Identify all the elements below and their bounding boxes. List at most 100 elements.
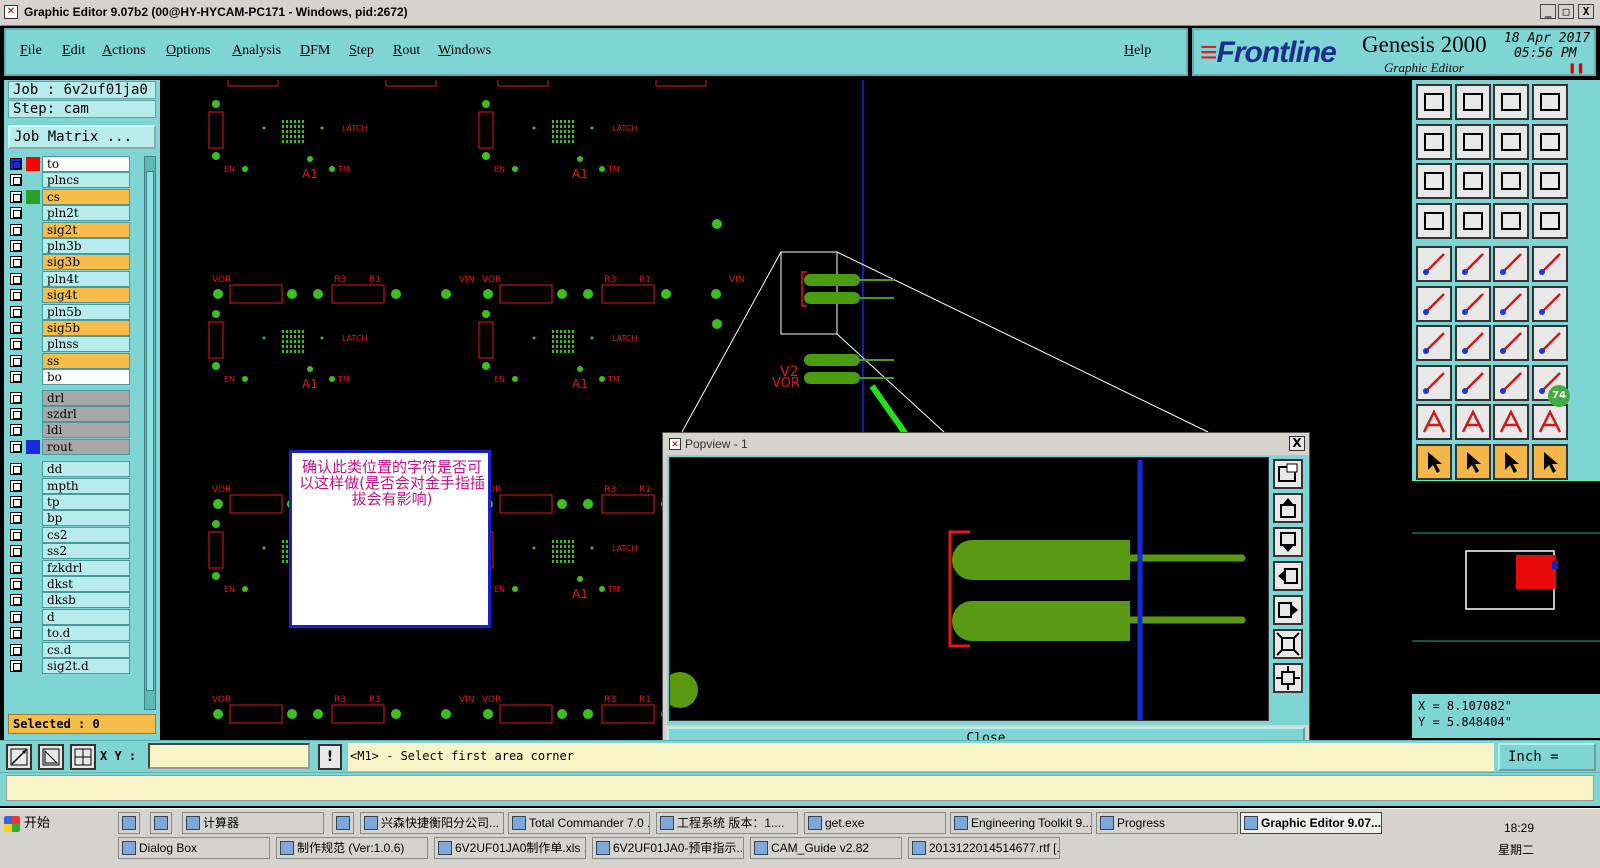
layer-row[interactable]: to.d [8, 625, 132, 642]
layer-row[interactable]: dd [8, 461, 132, 478]
layer-row[interactable]: to [8, 156, 132, 172]
layer-name[interactable]: dd [42, 461, 130, 478]
pan-left-icon[interactable] [1416, 123, 1452, 160]
layer-name[interactable]: sig2t [42, 221, 130, 238]
layer-checkbox[interactable] [10, 496, 22, 508]
layer-row[interactable]: ss [8, 352, 132, 369]
filter-red-icon[interactable] [1531, 202, 1568, 239]
text-c-icon[interactable] [1493, 404, 1529, 440]
layer-color-swatch[interactable] [26, 390, 40, 405]
menu-file[interactable]: File [20, 43, 42, 59]
taskbar-button[interactable]: Progress [1096, 812, 1238, 834]
taskbar-clock[interactable]: 18:29 [1504, 821, 1534, 835]
popview-down-icon[interactable] [1273, 527, 1303, 557]
layer-color-swatch[interactable] [26, 370, 40, 385]
maximize-button[interactable]: □ [1558, 4, 1574, 19]
layer-color-swatch[interactable] [26, 659, 40, 673]
layer-row[interactable]: plncs [8, 172, 132, 189]
minimize-button[interactable]: _ [1540, 4, 1556, 19]
layer-color-swatch[interactable] [26, 173, 40, 188]
layer-checkbox[interactable] [10, 174, 22, 187]
layer-color-swatch[interactable] [26, 560, 40, 575]
pan-right-icon[interactable] [1454, 123, 1491, 160]
layer-row[interactable]: cs [8, 188, 132, 205]
layer-row[interactable]: szdrl [8, 406, 132, 422]
layer-row[interactable]: ldi [8, 422, 132, 439]
popview-center-icon[interactable] [1273, 663, 1303, 693]
snap-point-icon[interactable] [1416, 364, 1452, 401]
pointer-c-icon[interactable] [1493, 443, 1529, 480]
layer-checkbox[interactable] [10, 479, 22, 492]
layer-checkbox[interactable] [10, 158, 22, 170]
taskbar-button[interactable]: 计算器 [182, 812, 324, 834]
layer-checkbox[interactable] [10, 528, 22, 541]
layer-checkbox[interactable] [10, 391, 22, 404]
layer-checkbox[interactable] [10, 594, 22, 607]
layer-color-swatch[interactable] [26, 157, 40, 171]
layer-color-swatch[interactable] [26, 478, 40, 493]
layer-name[interactable]: plncs [42, 172, 130, 189]
taskbar-button[interactable] [118, 812, 140, 834]
settings-icon[interactable] [1416, 202, 1452, 239]
layer-color-swatch[interactable] [26, 626, 40, 641]
layer-row[interactable]: fzkdrl [8, 559, 132, 576]
copy-icon[interactable] [1531, 285, 1568, 322]
layer-color-swatch[interactable] [26, 206, 40, 221]
layer-checkbox[interactable] [10, 545, 22, 558]
layer-checkbox[interactable] [10, 207, 22, 220]
layer-name[interactable]: szdrl [42, 406, 130, 422]
layer-checkbox[interactable] [10, 289, 22, 302]
layer-row[interactable]: sig4t [8, 287, 132, 304]
taskbar-button[interactable]: get.exe [804, 812, 946, 834]
draw-rect-icon[interactable] [1454, 246, 1491, 282]
rotate-icon[interactable] [1493, 325, 1529, 361]
resize-icon[interactable] [1493, 364, 1529, 401]
layer-row[interactable]: mpth [8, 477, 132, 494]
menu-actions[interactable]: Actions [102, 43, 146, 59]
layer-row[interactable]: sig5b [8, 320, 132, 336]
layer-color-swatch[interactable] [26, 222, 40, 237]
layer-name[interactable]: ss2 [42, 543, 130, 560]
menu-edit[interactable]: Edit [62, 43, 85, 59]
taskbar-button[interactable] [150, 812, 172, 834]
layer-row[interactable]: cs.d [8, 641, 132, 658]
taskbar-button[interactable]: CAM_Guide v2.82 [750, 837, 902, 859]
layer-row[interactable]: pln4t [8, 270, 132, 287]
pointer-b-icon[interactable] [1454, 443, 1491, 480]
layer-name[interactable]: d [42, 608, 130, 625]
layer-name[interactable]: cs.d [42, 641, 130, 658]
layer-color-swatch[interactable] [26, 423, 40, 438]
layer-name[interactable]: tp [42, 494, 130, 510]
layer-checkbox[interactable] [10, 627, 22, 640]
snap-icon[interactable] [6, 744, 32, 770]
layer-checkbox[interactable] [10, 190, 22, 203]
layer-color-swatch[interactable] [26, 239, 40, 253]
layer-name[interactable]: sig4t [42, 287, 130, 304]
layer-checkbox[interactable] [10, 463, 22, 476]
layer-name[interactable]: fzkdrl [42, 559, 130, 576]
layer-checkbox[interactable] [10, 561, 22, 574]
pad-icon[interactable] [1416, 246, 1452, 282]
layer-row[interactable]: bp [8, 510, 132, 527]
taskbar-button[interactable] [332, 812, 354, 834]
layer-row[interactable]: sig2t [8, 221, 132, 238]
layer-name[interactable]: dksb [42, 592, 130, 609]
menu-options[interactable]: Options [166, 43, 210, 59]
layer-checkbox[interactable] [10, 643, 22, 656]
layer-checkbox[interactable] [10, 578, 22, 590]
step-up-icon[interactable] [1416, 84, 1452, 120]
taskbar-button[interactable]: 6V2UF01JA0-预审指示.... [592, 837, 744, 859]
layer-scrollbar[interactable] [144, 156, 156, 710]
execute-button[interactable]: ! [318, 744, 342, 770]
text-d-icon[interactable] [1531, 404, 1568, 440]
layer-name[interactable]: ldi [42, 422, 130, 439]
delete-icon[interactable] [1454, 285, 1491, 322]
zoom-center-icon[interactable] [1454, 163, 1491, 199]
layer-name[interactable]: sig3b [42, 254, 130, 271]
layer-color-swatch[interactable] [26, 353, 40, 368]
layer-name[interactable]: bo [42, 369, 130, 386]
layer-row[interactable]: drl [8, 389, 132, 406]
start-button[interactable]: 开始 [2, 813, 62, 835]
menu-rout[interactable]: Rout [393, 43, 420, 59]
popview-left-icon[interactable] [1273, 561, 1303, 591]
